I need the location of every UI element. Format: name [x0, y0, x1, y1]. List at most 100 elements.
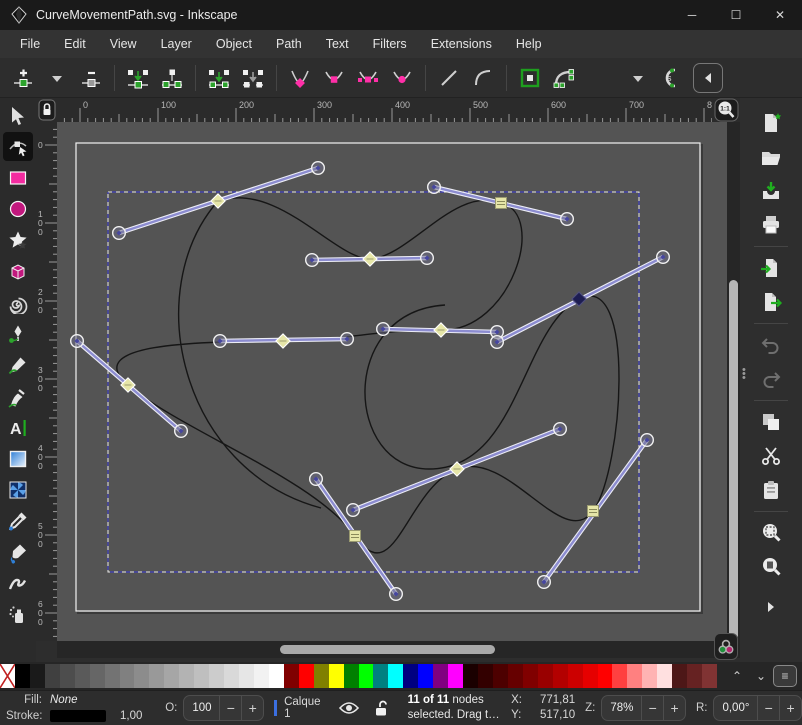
palette-swatch[interactable]	[523, 664, 538, 688]
fill-value[interactable]: None	[50, 693, 78, 708]
palette-swatch[interactable]	[209, 664, 224, 688]
calligraphy-tool[interactable]	[3, 382, 33, 411]
collapse-panel-button[interactable]	[693, 63, 723, 93]
gradient-tool[interactable]	[3, 444, 33, 473]
palette-menu[interactable]: ≡	[773, 665, 797, 687]
spray-tool[interactable]	[3, 601, 33, 630]
opacity-value[interactable]: 100	[184, 702, 219, 714]
palette-swatch[interactable]	[463, 664, 478, 688]
palette-scroll-up[interactable]: ⌃	[725, 665, 749, 687]
palette-swatch[interactable]	[299, 664, 314, 688]
opacity-decrease-button[interactable]: −	[219, 695, 241, 721]
show-transform-handles-button[interactable]: s	[655, 63, 689, 93]
palette-swatch[interactable]	[478, 664, 493, 688]
cut-button[interactable]	[754, 441, 788, 471]
print-document-button[interactable]	[754, 210, 788, 240]
palette-swatch[interactable]	[388, 664, 403, 688]
segment-curve-button[interactable]	[466, 63, 500, 93]
palette-swatch[interactable]	[329, 664, 344, 688]
menu-edit[interactable]: Edit	[52, 33, 98, 55]
star-tool[interactable]	[3, 226, 33, 255]
palette-swatch[interactable]	[612, 664, 627, 688]
palette-swatch[interactable]	[583, 664, 598, 688]
vertical-ruler[interactable]: 0100200300400500600	[36, 122, 57, 641]
rotation-increase-button[interactable]: +	[779, 695, 801, 721]
palette-swatch[interactable]	[179, 664, 194, 688]
node-corner-button[interactable]	[283, 63, 317, 93]
panel-drag-handle[interactable]: •••	[742, 368, 746, 380]
paint-bucket-tool[interactable]	[3, 538, 33, 567]
palette-swatch[interactable]	[657, 664, 672, 688]
node-auto-button[interactable]	[385, 63, 419, 93]
rectangle-tool[interactable]	[3, 163, 33, 192]
horizontal-ruler[interactable]: 0100200300400500600700800	[57, 98, 712, 122]
palette-swatch[interactable]	[702, 664, 717, 688]
segment-line-button[interactable]	[432, 63, 466, 93]
open-document-button[interactable]	[754, 142, 788, 172]
path-node-cusp[interactable]	[588, 506, 599, 517]
opacity-increase-button[interactable]: +	[241, 695, 263, 721]
import-image-button[interactable]	[754, 253, 788, 283]
palette-swatch[interactable]	[508, 664, 523, 688]
palette-swatch[interactable]	[194, 664, 209, 688]
more-options-dropdown-button[interactable]	[621, 63, 655, 93]
palette-scroll-down[interactable]: ⌄	[749, 665, 773, 687]
new-document-button[interactable]	[754, 108, 788, 138]
fill-stroke-indicator[interactable]: Fill: None Stroke: 1,00	[0, 692, 159, 724]
palette-swatch[interactable]	[538, 664, 553, 688]
stroke-width-value[interactable]: 1,00	[120, 709, 142, 724]
palette-swatch[interactable]	[284, 664, 299, 688]
palette-swatch[interactable]	[75, 664, 90, 688]
palette-swatch[interactable]	[134, 664, 149, 688]
zoom-increase-button[interactable]: +	[663, 695, 685, 721]
palette-swatch[interactable]	[90, 664, 105, 688]
path-node-cusp[interactable]	[350, 531, 361, 542]
vertical-scrollbar-thumb[interactable]	[729, 280, 738, 640]
palette-swatch[interactable]	[344, 664, 359, 688]
delete-node-button[interactable]	[74, 63, 108, 93]
duplicate-button[interactable]	[754, 407, 788, 437]
zoom-value[interactable]: 78%	[602, 702, 641, 714]
palette-swatch[interactable]	[493, 664, 508, 688]
palette-swatch[interactable]	[224, 664, 239, 688]
save-document-button[interactable]	[754, 176, 788, 206]
color-managed-view-toggle[interactable]	[714, 633, 738, 660]
palette-swatch[interactable]	[403, 664, 418, 688]
tweak-tool[interactable]	[3, 569, 33, 598]
text-tool[interactable]: A	[3, 413, 33, 442]
palette-swatch[interactable]	[254, 664, 269, 688]
menu-extensions[interactable]: Extensions	[419, 33, 504, 55]
menu-help[interactable]: Help	[504, 33, 554, 55]
palette-swatch[interactable]	[239, 664, 254, 688]
palette-swatch[interactable]	[553, 664, 568, 688]
export-image-button[interactable]	[754, 287, 788, 317]
palette-swatch[interactable]	[642, 664, 657, 688]
maximize-button[interactable]: ☐	[714, 0, 758, 30]
insert-node-button[interactable]	[6, 63, 40, 93]
redo-button[interactable]	[754, 364, 788, 394]
menu-layer[interactable]: Layer	[149, 33, 204, 55]
palette-swatch[interactable]	[672, 664, 687, 688]
break-nodes-button[interactable]	[155, 63, 189, 93]
undo-button[interactable]	[754, 330, 788, 360]
object-to-path-button[interactable]	[513, 63, 547, 93]
zoom-selection-button[interactable]	[754, 518, 788, 548]
rotation-spinbox[interactable]: 0,00° − +	[713, 695, 802, 721]
zoom-spinbox[interactable]: 78% − +	[601, 695, 686, 721]
insert-node-dropdown-button[interactable]	[40, 63, 74, 93]
menu-text[interactable]: Text	[314, 33, 361, 55]
rotation-decrease-button[interactable]: −	[757, 695, 779, 721]
join-with-segment-button[interactable]	[202, 63, 236, 93]
mesh-gradient-tool[interactable]	[3, 476, 33, 505]
box3d-tool[interactable]	[3, 257, 33, 286]
stroke-color-swatch[interactable]	[50, 710, 106, 722]
palette-swatch[interactable]	[359, 664, 374, 688]
palette-swatch[interactable]	[448, 664, 463, 688]
menu-file[interactable]: File	[8, 33, 52, 55]
vertical-scrollbar[interactable]	[727, 122, 740, 641]
horizontal-scrollbar[interactable]	[57, 641, 727, 658]
palette-swatch[interactable]	[314, 664, 329, 688]
delete-segment-button[interactable]	[236, 63, 270, 93]
selector-tool[interactable]	[3, 101, 33, 130]
palette-swatch[interactable]	[45, 664, 60, 688]
